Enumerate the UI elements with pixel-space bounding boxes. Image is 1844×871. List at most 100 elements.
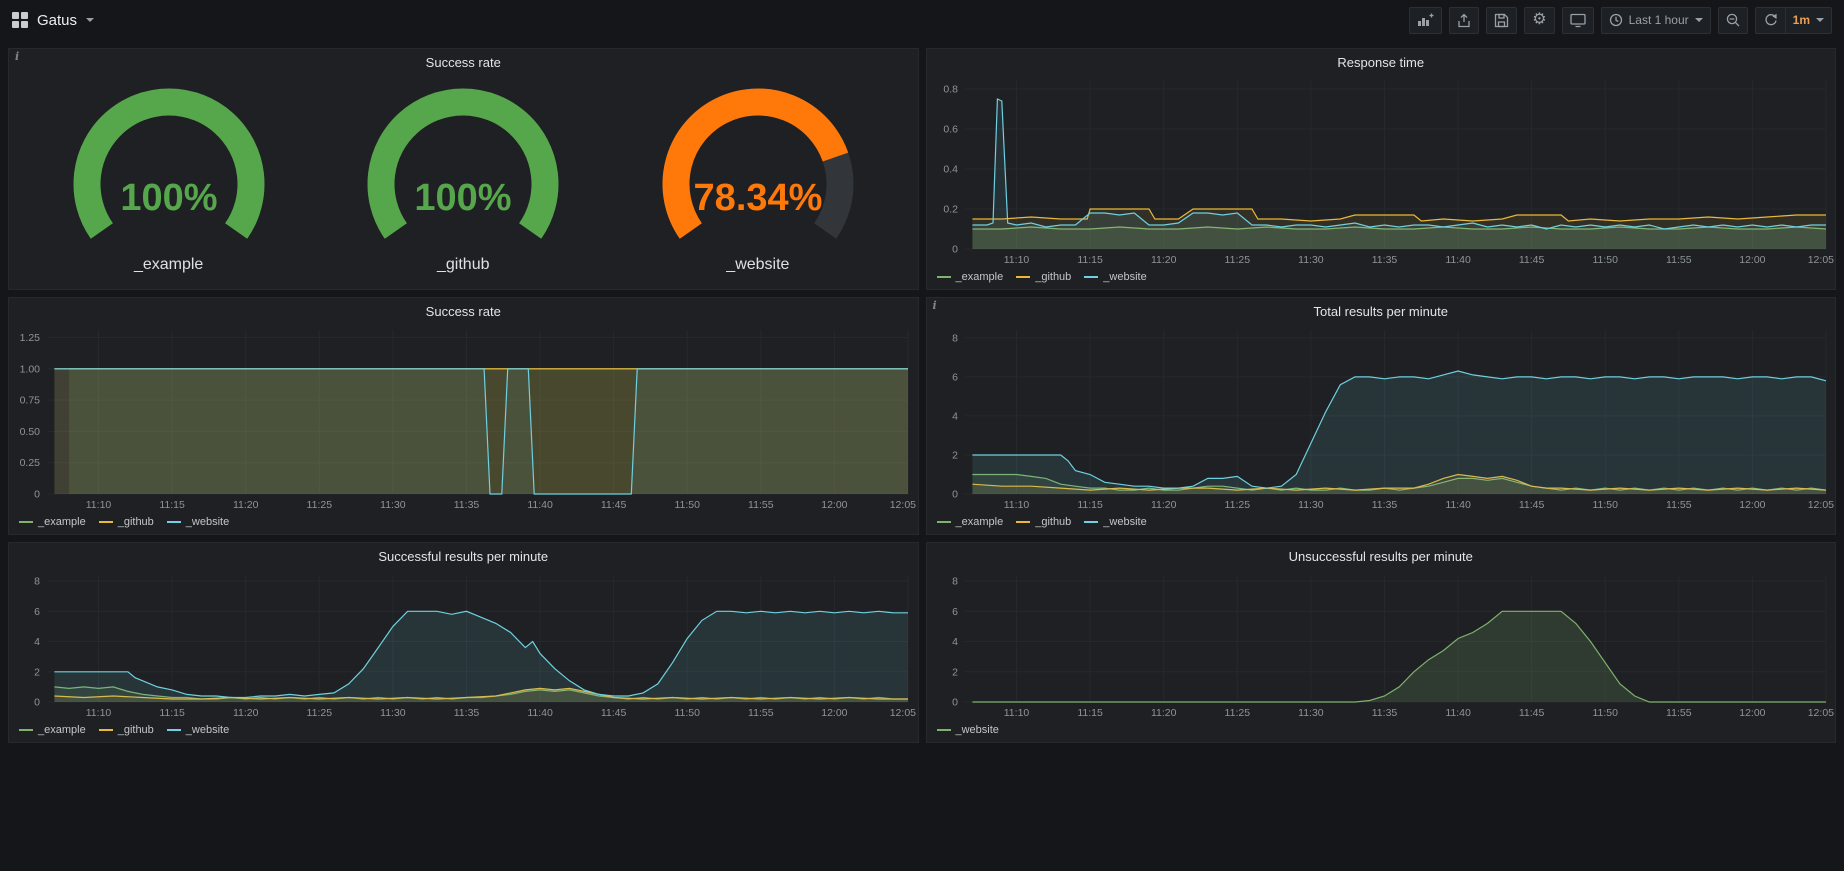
legend-color-dash [1016, 276, 1030, 278]
legend-label: _example [38, 724, 86, 736]
legend-item[interactable]: _example [937, 271, 1004, 283]
refresh-button[interactable] [1755, 7, 1786, 34]
chart-area[interactable]: 0246811:1011:1511:2011:2511:3011:3511:40… [927, 567, 1836, 722]
svg-text:12:00: 12:00 [1739, 707, 1765, 719]
legend-color-dash [99, 521, 113, 523]
save-icon [1494, 13, 1509, 28]
save-button[interactable] [1486, 7, 1517, 34]
legend-item[interactable]: _github [99, 724, 154, 736]
svg-text:11:45: 11:45 [1518, 707, 1544, 719]
chart-area[interactable]: 00.20.40.60.811:1011:1511:2011:2511:3011… [927, 73, 1836, 269]
grafana-apps-icon [12, 12, 28, 28]
svg-text:11:40: 11:40 [1445, 254, 1471, 266]
svg-text:4: 4 [952, 410, 958, 422]
legend-label: _example [38, 516, 86, 528]
legend-item[interactable]: _example [937, 516, 1004, 528]
gauge-label: _website [726, 256, 789, 274]
svg-text:11:30: 11:30 [1298, 499, 1324, 511]
chart-canvas[interactable]: 0246811:1011:1511:2011:2511:3011:3511:40… [927, 322, 1836, 514]
add-panel-button[interactable] [1409, 7, 1442, 34]
svg-text:11:50: 11:50 [1592, 499, 1618, 511]
svg-text:11:50: 11:50 [1592, 707, 1618, 719]
svg-text:11:40: 11:40 [527, 499, 553, 511]
panel-title[interactable]: Successful results per minute [9, 543, 918, 567]
svg-text:0: 0 [952, 489, 958, 501]
legend-color-dash [167, 729, 181, 731]
gauge-arc: 78.34% [623, 84, 893, 256]
chart-area[interactable]: 0246811:1011:1511:2011:2511:3011:3511:40… [9, 567, 918, 722]
chart-area[interactable]: 00.250.500.751.001.2511:1011:1511:2011:2… [9, 322, 918, 514]
panel-title[interactable]: Success rate [9, 298, 918, 322]
svg-text:12:00: 12:00 [1739, 499, 1765, 511]
chevron-down-icon [1816, 18, 1824, 22]
svg-text:11:20: 11:20 [1150, 499, 1176, 511]
svg-text:12:05: 12:05 [1807, 254, 1833, 266]
top-navbar: Gatus ⚙ [0, 0, 1844, 40]
legend-item[interactable]: _website [167, 724, 229, 736]
legend-color-dash [167, 521, 181, 523]
svg-text:12:00: 12:00 [821, 707, 847, 719]
svg-text:11:25: 11:25 [1224, 499, 1250, 511]
panel-title[interactable]: Response time [927, 49, 1836, 73]
panel-unsuccessful-results: Unsuccessful results per minute 0246811:… [926, 542, 1837, 743]
series-fill [972, 371, 1826, 494]
settings-button[interactable]: ⚙ [1524, 7, 1554, 34]
chart-canvas[interactable]: 00.250.500.751.001.2511:1011:1511:2011:2… [9, 322, 918, 514]
chart-canvas[interactable]: 0246811:1011:1511:2011:2511:3011:3511:40… [9, 567, 918, 722]
monitor-icon [1570, 13, 1586, 28]
zoom-out-button[interactable] [1718, 7, 1748, 34]
gauge-arc: 100% [328, 84, 598, 256]
svg-text:8: 8 [952, 576, 958, 588]
legend-label: _website [186, 724, 229, 736]
legend-item[interactable]: _website [937, 724, 999, 736]
series-fill [972, 611, 1826, 702]
legend-item[interactable]: _example [19, 724, 86, 736]
cycle-view-button[interactable] [1562, 7, 1594, 34]
panel-info-icon[interactable]: i [15, 50, 19, 63]
svg-text:11:20: 11:20 [1150, 707, 1176, 719]
svg-text:1.00: 1.00 [20, 363, 41, 375]
share-button[interactable] [1449, 7, 1479, 34]
gauge-arc: 100% [34, 84, 304, 256]
gauge-label: _github [437, 256, 490, 274]
svg-text:11:30: 11:30 [380, 499, 406, 511]
gear-icon: ⚙ [1532, 12, 1546, 28]
legend-item[interactable]: _website [1084, 271, 1146, 283]
dashboard-picker[interactable]: Gatus [12, 12, 94, 29]
legend-label: _website [186, 516, 229, 528]
panel-successful-results: Successful results per minute 0246811:10… [8, 542, 919, 743]
time-range-picker[interactable]: Last 1 hour [1601, 7, 1711, 34]
legend-item[interactable]: _github [99, 516, 154, 528]
chart-canvas[interactable]: 0246811:1011:1511:2011:2511:3011:3511:40… [927, 567, 1836, 722]
zoom-out-icon [1726, 13, 1740, 27]
svg-text:11:15: 11:15 [1077, 707, 1103, 719]
legend-color-dash [19, 521, 33, 523]
chart-canvas[interactable]: 00.20.40.60.811:1011:1511:2011:2511:3011… [927, 73, 1836, 269]
svg-text:0.2: 0.2 [943, 204, 958, 216]
svg-text:11:55: 11:55 [748, 707, 774, 719]
svg-text:2: 2 [952, 666, 958, 678]
refresh-interval-dropdown[interactable]: 1m [1785, 7, 1832, 34]
panel-title[interactable]: Total results per minute [927, 298, 1836, 322]
dashboard-grid: i Success rate 100%_example100%_github78… [0, 40, 1844, 751]
svg-text:4: 4 [952, 636, 958, 648]
gauge: 100%_github [328, 84, 598, 274]
panel-success-rate-gauges: i Success rate 100%_example100%_github78… [8, 48, 919, 290]
legend-item[interactable]: _example [19, 516, 86, 528]
panel-title[interactable]: Success rate [9, 49, 918, 73]
panel-info-icon[interactable]: i [933, 299, 937, 312]
gauge-label: _example [134, 256, 203, 274]
panel-title[interactable]: Unsuccessful results per minute [927, 543, 1836, 567]
svg-text:2: 2 [34, 666, 40, 678]
svg-text:6: 6 [952, 371, 958, 383]
chart-area[interactable]: 0246811:1011:1511:2011:2511:3011:3511:40… [927, 322, 1836, 514]
gauge-value: 78.34% [693, 177, 822, 219]
legend-label: _example [956, 271, 1004, 283]
svg-text:0.25: 0.25 [20, 457, 41, 469]
legend-item[interactable]: _website [1084, 516, 1146, 528]
svg-text:0: 0 [952, 244, 958, 256]
svg-text:12:05: 12:05 [890, 707, 916, 719]
legend-item[interactable]: _github [1016, 516, 1071, 528]
legend-item[interactable]: _github [1016, 271, 1071, 283]
legend-item[interactable]: _website [167, 516, 229, 528]
